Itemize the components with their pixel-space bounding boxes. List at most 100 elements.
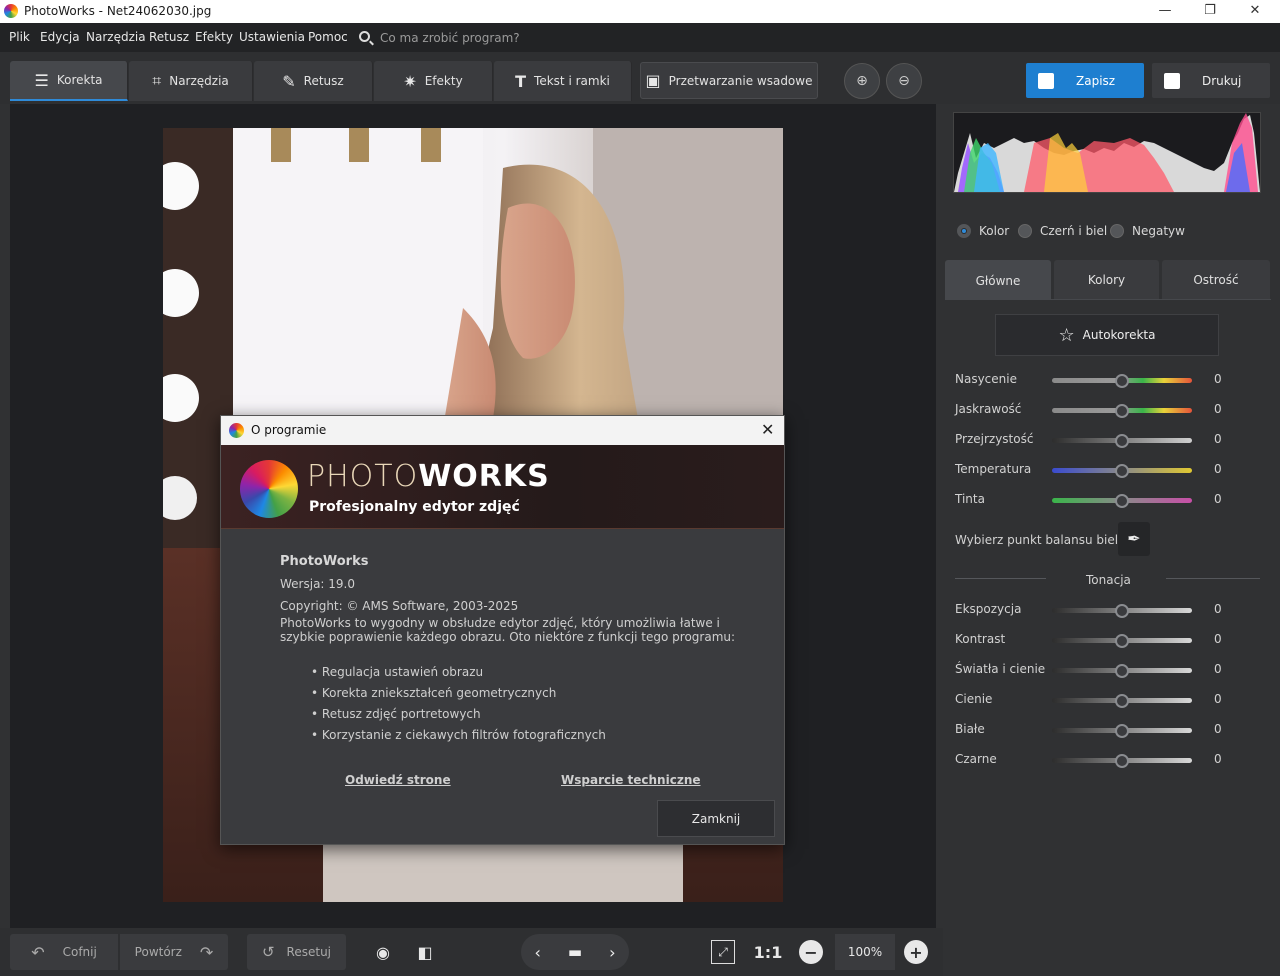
reset-icon: ↺ xyxy=(261,943,275,961)
feature-item: • Korzystanie z ciekawych filtrów fotogr… xyxy=(311,728,606,742)
navigation-group: ‹ ▬ › xyxy=(521,934,629,970)
tab-retusz[interactable]: ✎ Retusz xyxy=(254,61,373,101)
histogram-graph xyxy=(954,113,1260,192)
save-button[interactable]: Zapisz xyxy=(1026,63,1144,98)
search-icon[interactable] xyxy=(359,31,370,42)
tone-header: Tonacja xyxy=(1086,573,1131,587)
feature-label: Korekta zniekształceń geometrycznych xyxy=(321,686,557,700)
tone-divider-left xyxy=(955,578,1046,579)
feature-label: Regulacja ustawień obrazu xyxy=(321,665,484,679)
mode-kolor-label[interactable]: Kolor xyxy=(979,224,1009,238)
minimize-button[interactable]: — xyxy=(1145,2,1185,22)
brand-photo: PHOTO xyxy=(307,459,419,494)
feature-item: • Retusz zdjęć portretowych xyxy=(311,707,481,721)
eye-icon[interactable]: ◉ xyxy=(365,934,401,970)
slider-value: 0 xyxy=(1214,692,1222,706)
menu-bar xyxy=(0,23,1280,52)
feature-item: • Korekta zniekształceń geometrycznych xyxy=(311,686,557,700)
add-preset-icon[interactable]: ⊕ xyxy=(844,63,880,99)
undo-button[interactable]: ↶ Cofnij xyxy=(10,934,118,970)
clarity-slider-handle[interactable] xyxy=(1115,434,1129,448)
mode-bw-radio[interactable] xyxy=(1018,224,1032,238)
copyright-text: Copyright: © AMS Software, 2003-2025 xyxy=(280,599,519,613)
slider-value: 0 xyxy=(1214,662,1222,676)
auto-correct-button[interactable]: ☆ Autokorekta xyxy=(995,314,1219,356)
slider-value: 0 xyxy=(1214,402,1222,416)
tone-divider-right xyxy=(1166,578,1260,579)
close-dialog-button[interactable]: Zamknij xyxy=(657,800,775,837)
product-name: PhotoWorks xyxy=(280,554,369,569)
slider-value: 0 xyxy=(1214,462,1222,476)
slider-label: Cienie xyxy=(955,692,993,706)
fit-screen-icon[interactable]: ⤢ xyxy=(711,940,735,964)
redo-label: Powtórz xyxy=(134,945,182,959)
tab-przetwarzanie-wsadowe[interactable]: ▣ Przetwarzanie wsadowe xyxy=(640,62,818,99)
saturation-slider-handle[interactable] xyxy=(1115,374,1129,388)
magic-stars-icon: ☆ xyxy=(1058,324,1075,346)
search-input[interactable]: Co ma zrobić program? xyxy=(380,31,520,45)
blacks-slider-handle[interactable] xyxy=(1115,754,1129,768)
menu-edycja[interactable]: Edycja xyxy=(40,30,80,44)
menu-plik[interactable]: Plik xyxy=(9,30,30,44)
slider-label: Jaskrawość xyxy=(955,402,1022,416)
save-label: Zapisz xyxy=(1076,73,1116,88)
contrast-slider-handle[interactable] xyxy=(1115,634,1129,648)
mode-kolor-radio[interactable] xyxy=(957,224,971,238)
vibrance-slider-handle[interactable] xyxy=(1115,404,1129,418)
eyedropper-icon[interactable]: ✒ xyxy=(1118,522,1150,556)
menu-pomoc[interactable]: Pomoc xyxy=(308,30,348,44)
about-dialog: O programie ✕ PHOTOWORKS Profesjonalny e… xyxy=(220,415,785,845)
zoom-in-icon[interactable]: + xyxy=(904,940,928,964)
redo-button[interactable]: Powtórz ↷ xyxy=(120,934,228,970)
tab-label: Przetwarzanie wsadowe xyxy=(668,73,813,88)
zoom-out-icon[interactable]: − xyxy=(799,940,823,964)
window-titlebar: PhotoWorks - Net24062030.jpg — ❐ ✕ xyxy=(0,0,1280,23)
tab-label: Narzędzia xyxy=(169,74,229,88)
slider-label: Nasycenie xyxy=(955,372,1017,386)
mode-negative-label[interactable]: Negatyw xyxy=(1132,224,1185,238)
zoom-1-1-button[interactable]: 1:1 xyxy=(750,934,786,970)
tab-korekta[interactable]: ☰ Korekta xyxy=(10,61,128,101)
tab-efekty[interactable]: ✷ Efekty xyxy=(374,61,493,101)
visit-site-link[interactable]: Odwiedź strone xyxy=(345,773,451,787)
print-button[interactable]: Drukuj xyxy=(1152,63,1270,98)
window-title: PhotoWorks - Net24062030.jpg xyxy=(24,4,212,18)
menu-ustawienia[interactable]: Ustawienia xyxy=(239,30,305,44)
menu-efekty[interactable]: Efekty xyxy=(195,30,233,44)
brand-name: PHOTOWORKS xyxy=(307,459,550,494)
highlights-shadows-slider-handle[interactable] xyxy=(1115,664,1129,678)
dialog-banner: PHOTOWORKS Profesjonalny edytor zdjęć xyxy=(221,445,784,529)
temperature-slider-handle[interactable] xyxy=(1115,464,1129,478)
tint-slider-handle[interactable] xyxy=(1115,494,1129,508)
tab-label: Retusz xyxy=(303,74,344,88)
mode-bw-label[interactable]: Czerń i biel xyxy=(1040,224,1107,238)
panel-tab-ostrosc[interactable]: Ostrość xyxy=(1162,260,1270,299)
tab-narzedzia[interactable]: ⌗ Narzędzia xyxy=(129,61,253,101)
maximize-button[interactable]: ❐ xyxy=(1190,2,1230,22)
reset-button[interactable]: ↺ Resetuj xyxy=(247,934,346,970)
close-window-button[interactable]: ✕ xyxy=(1235,2,1275,22)
dialog-titlebar: O programie ✕ xyxy=(221,416,784,445)
folder-icon[interactable]: ▬ xyxy=(568,943,582,961)
shadows-slider-handle[interactable] xyxy=(1115,694,1129,708)
tab-tekst-i-ramki[interactable]: T Tekst i ramki xyxy=(494,61,632,101)
close-icon[interactable]: ✕ xyxy=(761,420,774,439)
menu-retusz[interactable]: Retusz xyxy=(149,30,189,44)
compare-icon[interactable]: ◧ xyxy=(407,934,443,970)
whites-slider-handle[interactable] xyxy=(1115,724,1129,738)
panel-tab-kolory[interactable]: Kolory xyxy=(1054,260,1159,299)
mode-negative-radio[interactable] xyxy=(1110,224,1124,238)
slider-value: 0 xyxy=(1214,432,1222,446)
save-icon xyxy=(1038,72,1054,89)
support-link[interactable]: Wsparcie techniczne xyxy=(561,773,701,787)
brush-icon: ✎ xyxy=(282,71,296,91)
previous-icon[interactable]: ‹ xyxy=(535,943,541,962)
next-icon[interactable]: › xyxy=(609,943,615,962)
white-balance-label: Wybierz punkt balansu bieli xyxy=(955,533,1122,547)
exposure-slider-handle[interactable] xyxy=(1115,604,1129,618)
slider-label: Tinta xyxy=(955,492,985,506)
load-preset-icon[interactable]: ⊖ xyxy=(886,63,922,99)
version-text: Wersja: 19.0 xyxy=(280,577,355,591)
panel-tab-glowne[interactable]: Główne xyxy=(945,260,1051,299)
menu-narzedzia[interactable]: Narzędzia xyxy=(86,30,146,44)
